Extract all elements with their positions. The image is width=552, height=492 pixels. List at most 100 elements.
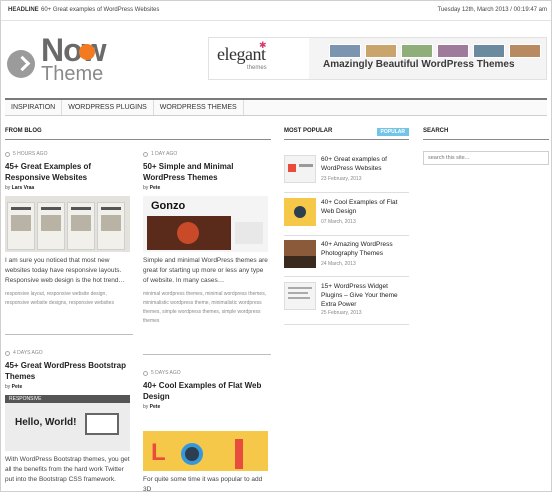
thumb-hello: Hello, World! (15, 417, 77, 428)
post-title-link[interactable]: 50+ Simple and Minimal WordPress Themes (143, 161, 271, 183)
thumb-sidebar (235, 222, 263, 244)
theme-screenshot (509, 44, 541, 58)
thumb-line (299, 164, 313, 167)
popular-item[interactable]: 40+ Amazing WordPress Photography Themes… (284, 240, 409, 280)
logo-word-theme: Theme (41, 63, 104, 85)
author-name[interactable]: Pete (12, 384, 23, 390)
search-title: SEARCH (423, 128, 449, 134)
post-author: by Pete (143, 404, 271, 410)
blog-post: 1 DAY AGO 50+ Simple and Minimal WordPre… (143, 151, 271, 326)
by-label: by (5, 185, 11, 191)
search-input[interactable] (423, 151, 549, 165)
flat-circle-art (181, 443, 203, 465)
site-logo[interactable]: Now Theme (7, 34, 117, 86)
banner-brand-area: elegant ✱ themes (209, 38, 309, 79)
by-label: by (143, 185, 149, 191)
by-label: by (5, 384, 11, 390)
clock-icon (5, 350, 10, 356)
popular-item[interactable]: 60+ Great examples of WordPress Websites… (284, 155, 409, 195)
newspaper-image (67, 202, 95, 250)
popular-thumbnail (284, 155, 316, 183)
author-name[interactable]: Pete (150, 404, 161, 410)
date-time: Tuesday 12th, March 2013 / 00:19:47 am (437, 7, 547, 13)
post-tags[interactable]: responsive layout, responsive website de… (5, 290, 131, 308)
popular-title: 60+ Great examples of WordPress Websites (321, 156, 387, 172)
popular-item[interactable]: 15+ WordPress Widget Plugins – Give Your… (284, 282, 409, 322)
author-name[interactable]: Pete (150, 185, 161, 191)
most-popular-title: MOST POPULAR (284, 128, 333, 134)
clock-icon (143, 370, 148, 376)
thumb-block (288, 164, 296, 172)
thumb-title: Gonzo (151, 200, 186, 212)
blog-post: 5 HOURS AGO 45+ Great Examples of Respon… (5, 151, 133, 308)
headline-label: HEADLINE (8, 7, 39, 13)
main-nav: Inspiration WordPress Plugins WordPress … (5, 98, 547, 116)
search-heading: SEARCH (423, 128, 549, 140)
pencil-icon (235, 439, 243, 469)
thumb-line (288, 292, 308, 294)
popular-divider (284, 235, 409, 236)
post-excerpt: I am sure you noticed that most new webs… (5, 257, 125, 284)
star-icon: ✱ (259, 40, 267, 50)
most-popular-heading: MOST POPULAR POPULAR (284, 128, 409, 140)
post-time-text: 5 DAYS AGO (151, 370, 181, 376)
popular-divider (284, 192, 409, 193)
theme-screenshot (473, 44, 505, 58)
blog-post: 5 DAYS AGO 40+ Cool Examples of Flat Web… (143, 370, 271, 491)
banner-brand-sub: themes (247, 65, 267, 71)
nav-item-wordpress-plugins[interactable]: WordPress Plugins (62, 100, 154, 115)
headline-link[interactable]: 60+ Great examples of WordPress Websites (41, 7, 159, 13)
clock-icon (143, 151, 148, 157)
post-time: 5 HOURS AGO (5, 151, 133, 157)
from-blog-heading: FROM BLOG (5, 128, 271, 140)
post-time: 1 DAY AGO (143, 151, 271, 157)
post-thumbnail[interactable]: RESPONSIVE Hello, World! (5, 395, 130, 451)
popular-date: 24 March, 2013 (321, 261, 356, 267)
thumb-brand: RESPONSIVE (9, 396, 42, 402)
nav-item-wordpress-themes[interactable]: WordPress Themes (154, 100, 244, 115)
devices-icon (85, 413, 119, 435)
popular-divider (284, 324, 409, 325)
post-author: by Pete (5, 384, 133, 390)
popular-item[interactable]: 40+ Cool Examples of Flat Web Design 07 … (284, 198, 409, 238)
post-thumbnail[interactable]: L (143, 415, 268, 471)
newspaper-image (7, 202, 35, 250)
thumb-circle (294, 206, 306, 218)
newspaper-image (97, 202, 125, 250)
flat-letter-art: L (151, 439, 166, 466)
post-thumbnail[interactable] (5, 196, 130, 252)
theme-screenshot (365, 44, 397, 58)
post-author: by Pete (143, 185, 271, 191)
post-thumbnail[interactable]: Gonzo (143, 196, 268, 252)
popular-title: 40+ Cool Examples of Flat Web Design (321, 199, 398, 215)
post-author: by Lars Vraa (5, 185, 133, 191)
thumb-line (288, 297, 310, 299)
thumb-line (288, 287, 312, 289)
post-title-link[interactable]: 40+ Cool Examples of Flat Web Design (143, 380, 271, 402)
nav-item-inspiration[interactable]: Inspiration (5, 100, 63, 115)
top-bar: HEADLINE 60+ Great examples of WordPress… (1, 1, 551, 21)
popular-thumbnail (284, 240, 316, 268)
post-title-link[interactable]: 45+ Great WordPress Bootstrap Themes (5, 360, 133, 382)
post-title-link[interactable]: 45+ Great Examples of Responsive Website… (5, 161, 133, 183)
popular-date: 07 March, 2013 (321, 219, 356, 225)
popular-thumbnail (284, 198, 316, 226)
theme-screenshot (437, 44, 469, 58)
author-name[interactable]: Lars Vraa (12, 185, 35, 191)
post-excerpt: With WordPress Bootstrap themes, you get… (5, 456, 130, 483)
post-divider (143, 354, 271, 355)
post-time-text: 1 DAY AGO (151, 151, 178, 157)
elegant-themes-banner[interactable]: elegant ✱ themes Amazingly Beautiful Wor… (208, 37, 547, 80)
newspaper-image (37, 202, 65, 250)
logo-orange-dot (79, 44, 95, 60)
clock-icon (5, 151, 10, 157)
post-tags[interactable]: minimal wordpress themes, minimal wordpr… (143, 290, 269, 326)
arrow-circle-icon (7, 50, 35, 78)
popular-date: 25 February, 2013 (321, 310, 362, 316)
thumb-header (143, 415, 268, 431)
popular-title: 40+ Amazing WordPress Photography Themes (321, 241, 393, 257)
theme-screenshot (401, 44, 433, 58)
blog-post: 4 DAYS AGO 45+ Great WordPress Bootstrap… (5, 350, 133, 485)
thumb-artwork (147, 216, 231, 250)
post-time-text: 4 DAYS AGO (13, 350, 43, 356)
